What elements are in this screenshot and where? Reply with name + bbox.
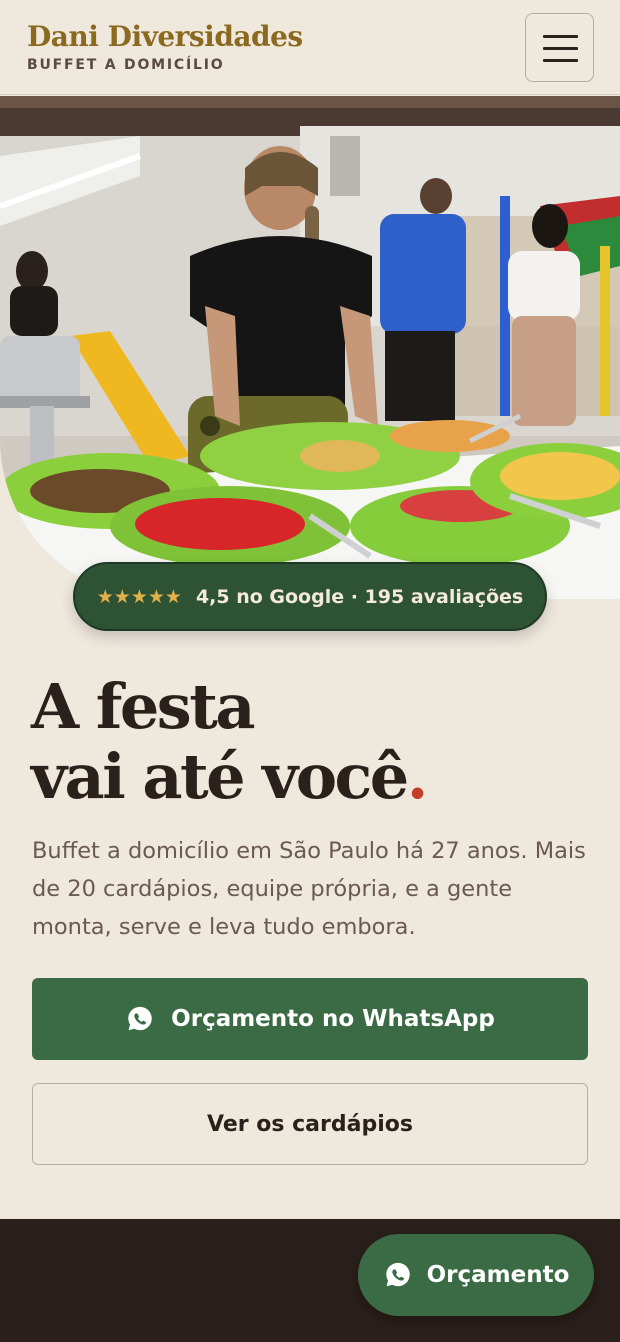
- star-icon: ★★★★★: [96, 585, 182, 608]
- whatsapp-quote-label: Orçamento no WhatsApp: [171, 1006, 495, 1032]
- site-header: Dani Diversidades BUFFET A DOMICÍLIO: [0, 0, 620, 95]
- brand-tagline: BUFFET A DOMICÍLIO: [27, 57, 225, 73]
- whatsapp-icon: [385, 1262, 410, 1287]
- whatsapp-icon: [128, 1006, 152, 1031]
- view-menus-label: Ver os cardápios: [207, 1111, 413, 1137]
- whatsapp-quote-button[interactable]: Orçamento no WhatsApp: [32, 978, 588, 1060]
- title-line-2: vai até você: [31, 740, 409, 813]
- brand-name[interactable]: Dani Diversidades: [27, 20, 303, 53]
- title-accent-dot: .: [406, 740, 429, 813]
- floating-quote-label: Orçamento: [426, 1262, 570, 1288]
- lead-paragraph: Buffet a domicílio em São Paulo há 27 an…: [32, 838, 586, 940]
- hamburger-menu-icon: [543, 35, 578, 38]
- hero-photo-illustration: [0, 96, 620, 599]
- google-rating-badge[interactable]: ★★★★★ 4,5 no Google · 195 avaliações: [73, 562, 547, 631]
- rating-text: 4,5 no Google · 195 avaliações: [195, 585, 524, 608]
- menu-button[interactable]: [525, 13, 594, 82]
- floating-quote-button[interactable]: Orçamento: [358, 1234, 594, 1316]
- hero-image: [0, 96, 620, 599]
- title-line-1: A festa: [31, 670, 256, 743]
- view-menus-button[interactable]: Ver os cardápios: [32, 1083, 588, 1165]
- page-title: A festa vai até você.: [31, 672, 591, 812]
